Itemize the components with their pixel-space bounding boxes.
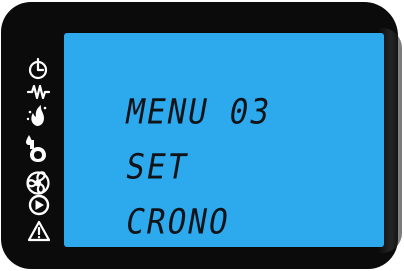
controller-display: MENU 03 SET CRONO <box>0 0 404 271</box>
status-icon-column <box>0 0 60 271</box>
fan-icon <box>26 171 50 195</box>
water-icon <box>26 135 46 162</box>
lcd-screen: MENU 03 SET CRONO <box>64 33 384 247</box>
warning-icon <box>27 220 51 242</box>
menu-number-label: MENU 03 <box>122 91 275 133</box>
menu-action-label: SET <box>122 146 192 188</box>
flame-icon <box>26 105 47 126</box>
menu-item-label: CRONO <box>122 201 234 243</box>
resistance-icon <box>26 84 51 100</box>
timer-icon <box>28 57 48 80</box>
play-icon <box>28 194 50 216</box>
